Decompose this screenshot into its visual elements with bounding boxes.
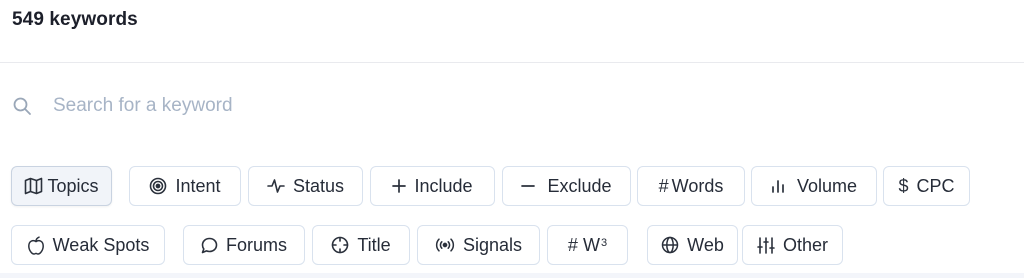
filter-volume-button[interactable]: Volume [751, 166, 877, 206]
filter-exclude-button[interactable]: Exclude [502, 166, 631, 206]
bottom-divider [0, 273, 1024, 278]
hash-icon: # [658, 175, 669, 196]
search-input[interactable] [51, 94, 655, 118]
dollar-icon: $ [898, 175, 909, 196]
broadcast-icon [435, 238, 455, 252]
filter-signals-button[interactable]: Signals [417, 225, 540, 265]
filter-web-button[interactable]: Web [647, 225, 738, 265]
filter-label: Weak Spots [52, 234, 150, 255]
sliders-icon [757, 236, 775, 254]
filter-label: Words [671, 175, 724, 196]
map-icon [24, 177, 43, 195]
chat-bubble-icon [201, 237, 218, 254]
filter-label: Status [292, 175, 345, 196]
filter-label: Include [414, 175, 473, 196]
filter-other-button[interactable]: Other [742, 225, 843, 265]
filter-intent-button[interactable]: Intent [129, 166, 241, 206]
target-icon [149, 177, 167, 195]
filter-forums-button[interactable]: Forums [183, 225, 305, 265]
search-bar[interactable] [0, 63, 1024, 149]
filter-status-button[interactable]: Status [248, 166, 363, 206]
results-header: 549 keywords [0, 0, 1024, 63]
filter-words-button[interactable]: # Words [637, 166, 745, 206]
apple-icon [27, 235, 45, 255]
filter-label: W [582, 234, 600, 255]
filter-label: Volume [796, 175, 858, 196]
filter-superscript: 3 [600, 237, 608, 249]
hash-icon: # [567, 234, 578, 255]
minus-icon [521, 184, 536, 188]
keyword-count-title: 549 keywords [12, 9, 138, 30]
plus-icon [392, 179, 407, 193]
filter-include-button[interactable]: Include [370, 166, 495, 206]
crosshair-icon [331, 236, 349, 254]
globe-icon [661, 236, 679, 254]
search-icon [12, 96, 32, 116]
filter-label: Signals [462, 234, 523, 255]
filter-label: Other [782, 234, 829, 255]
filter-label: Web [687, 234, 724, 255]
filter-w3-button[interactable]: # W3 [547, 225, 628, 265]
bar-chart-icon [771, 179, 785, 193]
filter-title-button[interactable]: Title [312, 225, 410, 265]
filter-label: Exclude [547, 175, 612, 196]
filter-cpc-button[interactable]: $ CPC [883, 166, 970, 206]
filter-label: CPC [916, 175, 955, 196]
filter-label: Topics [47, 175, 99, 196]
filter-topics-button[interactable]: Topics [11, 166, 112, 206]
filter-label: Forums [225, 234, 287, 255]
activity-icon [267, 178, 285, 194]
filter-label: Title [357, 234, 391, 255]
filter-label: Intent [175, 175, 221, 196]
filter-weak-spots-button[interactable]: Weak Spots [11, 225, 165, 265]
